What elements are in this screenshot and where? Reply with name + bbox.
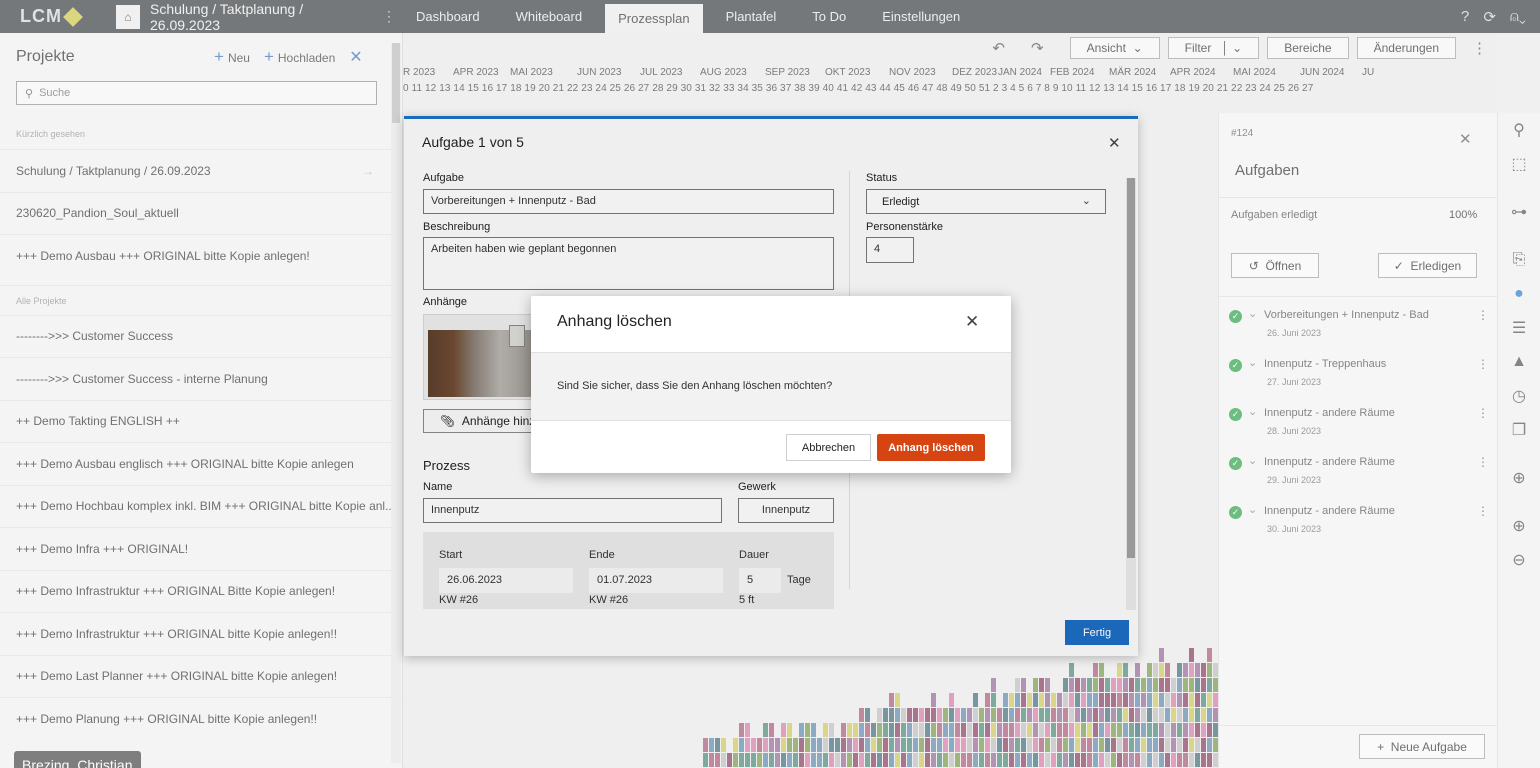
confirm-title: Anhang löschen bbox=[557, 313, 672, 330]
close-icon[interactable]: ✕ bbox=[965, 312, 979, 332]
confirm-message: Sind Sie sicher, dass Sie den Anhang lös… bbox=[557, 380, 833, 392]
delete-attachment-dialog: Anhang löschen ✕ Sind Sie sicher, dass S… bbox=[531, 296, 1011, 473]
cancel-button[interactable]: Abbrechen bbox=[786, 434, 871, 461]
delete-attachment-button[interactable]: Anhang löschen bbox=[877, 434, 985, 461]
